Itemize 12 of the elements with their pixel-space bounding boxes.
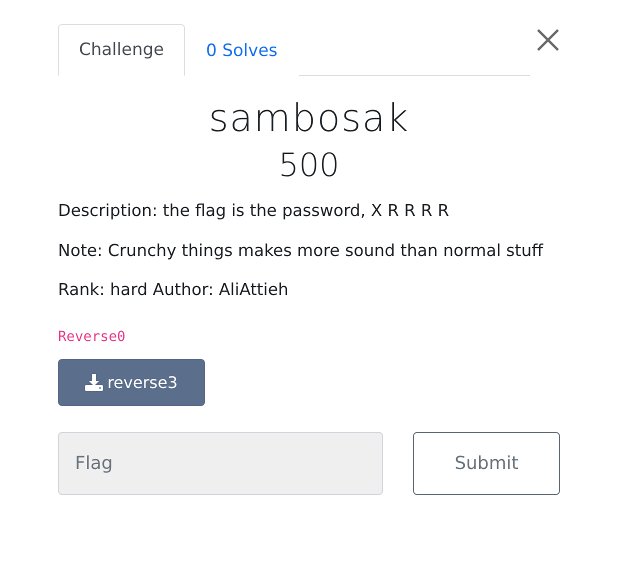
tab[interactable]: Challenge <box>58 24 185 76</box>
description-text: Description: the flag is the password, X R R R R <box>58 200 450 222</box>
category-tag: Reverse0 <box>58 328 126 345</box>
submit-button[interactable]: Submit <box>413 432 560 495</box>
description-text: Note: Crunchy things makes more sound than normal stuff <box>58 240 544 262</box>
download-button[interactable]: reverse3 <box>58 358 205 406</box>
challenge-title: sambosak <box>208 96 410 140</box>
challenge-points: 500 <box>277 146 341 184</box>
download-icon <box>85 373 104 392</box>
close-icon[interactable] <box>536 28 560 52</box>
description-text: Rank: hard Author: AliAttieh <box>58 279 290 302</box>
flag-input[interactable]: Flag <box>58 432 383 495</box>
